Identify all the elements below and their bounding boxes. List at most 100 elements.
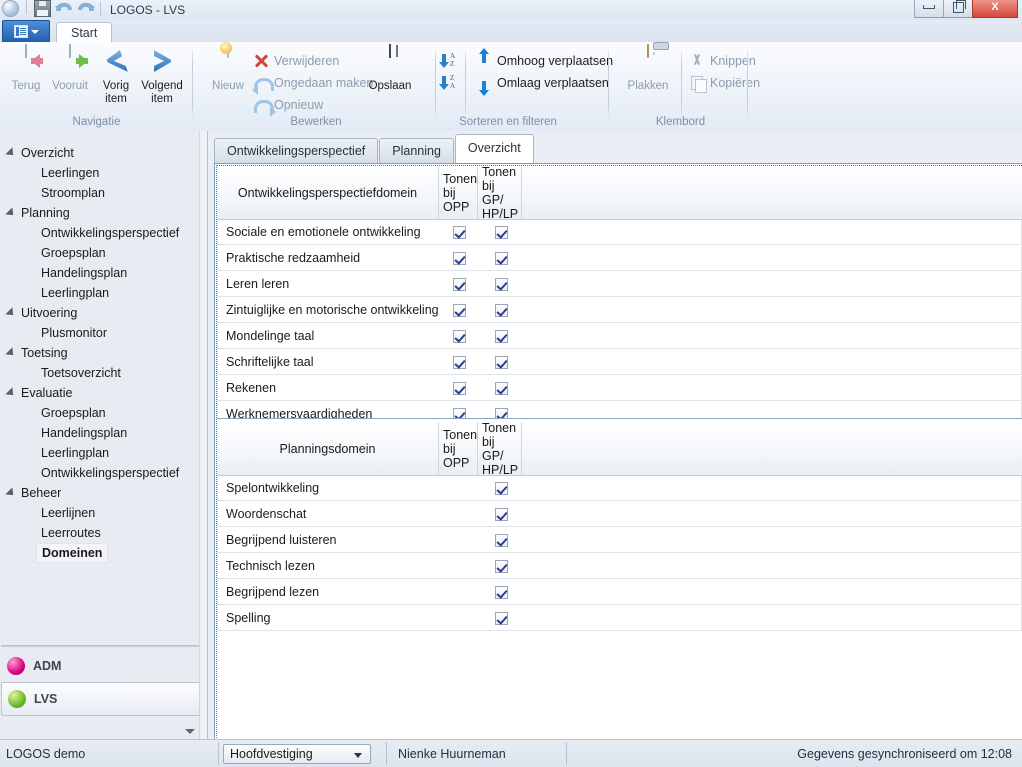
- sidebar-item-leerroutes[interactable]: Leerroutes: [0, 523, 207, 543]
- sidebar-item-leerlingplan[interactable]: Leerlingplan: [0, 443, 207, 463]
- expand-triangle-icon[interactable]: [5, 307, 17, 319]
- ribbon-button-omhoog-verplaatsen[interactable]: Omhoog verplaatsen: [476, 48, 613, 71]
- cell-tonen-bij-opp[interactable]: [440, 355, 479, 369]
- table-row[interactable]: Rekenen: [217, 376, 1022, 401]
- sidebar-item-handelingsplan[interactable]: Handelingsplan: [0, 263, 207, 283]
- sidebar-item-groepsplan[interactable]: Groepsplan: [0, 403, 207, 423]
- checkbox-tonen-bij-gp-hp-lp[interactable]: [494, 611, 508, 625]
- checkbox-tonen-bij-gp-hp-lp[interactable]: [494, 303, 508, 317]
- cell-tonen-bij-opp[interactable]: [440, 303, 479, 317]
- sidebar-item-uitvoering[interactable]: Uitvoering: [0, 303, 207, 323]
- cell-tonen-bij-gp-hp-lp[interactable]: [479, 481, 523, 495]
- redo-icon[interactable]: [77, 0, 95, 16]
- sidebar-item-handelingsplan[interactable]: Handelingsplan: [0, 423, 207, 443]
- expand-triangle-icon[interactable]: [5, 207, 17, 219]
- table-row[interactable]: Sociale en emotionele ontwikkeling: [217, 220, 1022, 245]
- table-row[interactable]: Praktische redzaamheid: [217, 246, 1022, 271]
- ribbon-button-opnieuw[interactable]: Opnieuw: [253, 95, 323, 117]
- sidebar-item-leerlingen[interactable]: Leerlingen: [0, 163, 207, 183]
- table-row[interactable]: Woordenschat: [217, 502, 1022, 527]
- table-row[interactable]: Mondelinge taal: [217, 324, 1022, 349]
- sidebar-item-evaluatie[interactable]: Evaluatie: [0, 383, 207, 403]
- cell-tonen-bij-gp-hp-lp[interactable]: [479, 507, 523, 521]
- expand-triangle-icon[interactable]: [5, 147, 17, 159]
- sidebar-item-toetsing[interactable]: Toetsing: [0, 343, 207, 363]
- cell-tonen-bij-gp-hp-lp[interactable]: [479, 611, 523, 625]
- ribbon-button-knippen[interactable]: Knippen: [689, 51, 756, 71]
- column-header-tonen-bij-gp-hp-lp[interactable]: Tonen bij GP/HP/LP: [478, 165, 522, 221]
- undo-icon[interactable]: [55, 0, 73, 16]
- tab-ontwikkelingsperspectief[interactable]: Ontwikkelingsperspectief: [214, 138, 379, 164]
- cell-tonen-bij-gp-hp-lp[interactable]: [479, 533, 523, 547]
- table-row[interactable]: Schriftelijke taal: [217, 350, 1022, 375]
- cell-tonen-bij-opp[interactable]: [440, 381, 479, 395]
- checkbox-tonen-bij-gp-hp-lp[interactable]: [494, 585, 508, 599]
- location-select[interactable]: Hoofdvestiging: [223, 743, 371, 764]
- cell-tonen-bij-gp-hp-lp[interactable]: [479, 277, 523, 291]
- sidebar-item-leerlijnen[interactable]: Leerlijnen: [0, 503, 207, 523]
- sidebar-item-toetsoverzicht[interactable]: Toetsoverzicht: [0, 363, 207, 383]
- checkbox-tonen-bij-opp[interactable]: [453, 303, 466, 317]
- cell-tonen-bij-gp-hp-lp[interactable]: [479, 585, 523, 599]
- ribbon-button-kopieren[interactable]: Kopiëren: [689, 73, 760, 93]
- checkbox-tonen-bij-opp[interactable]: [453, 381, 466, 395]
- table-row[interactable]: Technisch lezen: [217, 554, 1022, 579]
- checkbox-tonen-bij-opp[interactable]: [453, 355, 466, 369]
- checkbox-tonen-bij-gp-hp-lp[interactable]: [494, 329, 508, 343]
- cell-tonen-bij-gp-hp-lp[interactable]: [479, 303, 523, 317]
- checkbox-tonen-bij-gp-hp-lp[interactable]: [494, 507, 508, 521]
- checkbox-tonen-bij-gp-hp-lp[interactable]: [494, 381, 508, 395]
- column-header-tonen-bij-gp-hp-lp[interactable]: Tonen bij GP/HP/LP: [478, 421, 522, 477]
- sidebar-item-domeinen[interactable]: Domeinen: [0, 543, 207, 563]
- expand-triangle-icon[interactable]: [5, 487, 17, 499]
- minimize-button[interactable]: [914, 0, 944, 18]
- sidebar-item-ontwikkelingsperspectief[interactable]: Ontwikkelingsperspectief: [0, 223, 207, 243]
- cell-tonen-bij-gp-hp-lp[interactable]: [479, 355, 523, 369]
- checkbox-tonen-bij-gp-hp-lp[interactable]: [494, 277, 508, 291]
- app-globe-icon[interactable]: [2, 0, 19, 17]
- cell-tonen-bij-opp[interactable]: [440, 277, 479, 291]
- ribbon-button-nieuw[interactable]: Nieuw: [204, 42, 252, 93]
- cell-tonen-bij-gp-hp-lp[interactable]: [479, 559, 523, 573]
- cell-tonen-bij-opp[interactable]: [440, 329, 479, 343]
- sidebar-item-planning[interactable]: Planning: [0, 203, 207, 223]
- ribbon-button-ongedaan-maken[interactable]: Ongedaan maken: [252, 73, 373, 95]
- cell-tonen-bij-gp-hp-lp[interactable]: [479, 329, 523, 343]
- ribbon-button-volgend-item[interactable]: Volgend item: [138, 45, 186, 106]
- sidebar-item-groepsplan[interactable]: Groepsplan: [0, 243, 207, 263]
- column-header-tonen-bij-opp[interactable]: Tonen bij OPP: [439, 166, 478, 219]
- checkbox-tonen-bij-opp[interactable]: [453, 329, 466, 343]
- table-row[interactable]: Zintuiglijke en motorische ontwikkeling: [217, 298, 1022, 323]
- sidebar-item-ontwikkelingsperspectief[interactable]: Ontwikkelingsperspectief: [0, 463, 207, 483]
- sidebar-item-leerlingplan[interactable]: Leerlingplan: [0, 283, 207, 303]
- checkbox-tonen-bij-gp-hp-lp[interactable]: [494, 533, 508, 547]
- table-row[interactable]: Spelontwikkeling: [217, 476, 1022, 501]
- column-header-domain[interactable]: Ontwikkelingsperspectiefdomein: [217, 166, 439, 219]
- cell-tonen-bij-gp-hp-lp[interactable]: [479, 381, 523, 395]
- checkbox-tonen-bij-opp[interactable]: [453, 251, 466, 265]
- sidebar-module-adm[interactable]: ADM: [1, 650, 200, 682]
- sidebar-overflow-chevron-down-icon[interactable]: [185, 729, 195, 734]
- checkbox-tonen-bij-gp-hp-lp[interactable]: [494, 355, 508, 369]
- checkbox-tonen-bij-gp-hp-lp[interactable]: [494, 559, 508, 573]
- ribbon-button-vorig-item[interactable]: Vorig item: [92, 45, 140, 106]
- sidebar-item-overzicht[interactable]: Overzicht: [0, 143, 207, 163]
- table-row[interactable]: Leren leren: [217, 272, 1022, 297]
- table-row[interactable]: Begrijpend lezen: [217, 580, 1022, 605]
- cell-tonen-bij-opp[interactable]: [440, 251, 479, 265]
- checkbox-tonen-bij-gp-hp-lp[interactable]: [494, 251, 508, 265]
- table-row[interactable]: Spelling: [217, 606, 1022, 631]
- close-button[interactable]: X: [972, 0, 1018, 18]
- checkbox-tonen-bij-gp-hp-lp[interactable]: [494, 481, 508, 495]
- sidebar-module-lvs[interactable]: LVS: [1, 682, 200, 716]
- ribbon-button-vooruit[interactable]: Vooruit: [46, 44, 94, 93]
- column-header-domain[interactable]: Planningsdomein: [217, 422, 439, 475]
- ribbon-button-plakken[interactable]: Plakken: [619, 44, 677, 93]
- tab-start[interactable]: Start: [56, 22, 113, 43]
- table-row[interactable]: Begrijpend luisteren: [217, 528, 1022, 553]
- checkbox-tonen-bij-opp[interactable]: [453, 277, 466, 291]
- ribbon-button-verwijderen[interactable]: Verwijderen: [253, 51, 339, 71]
- save-icon[interactable]: [34, 0, 51, 17]
- expand-triangle-icon[interactable]: [5, 347, 17, 359]
- tab-planning[interactable]: Planning: [379, 138, 454, 164]
